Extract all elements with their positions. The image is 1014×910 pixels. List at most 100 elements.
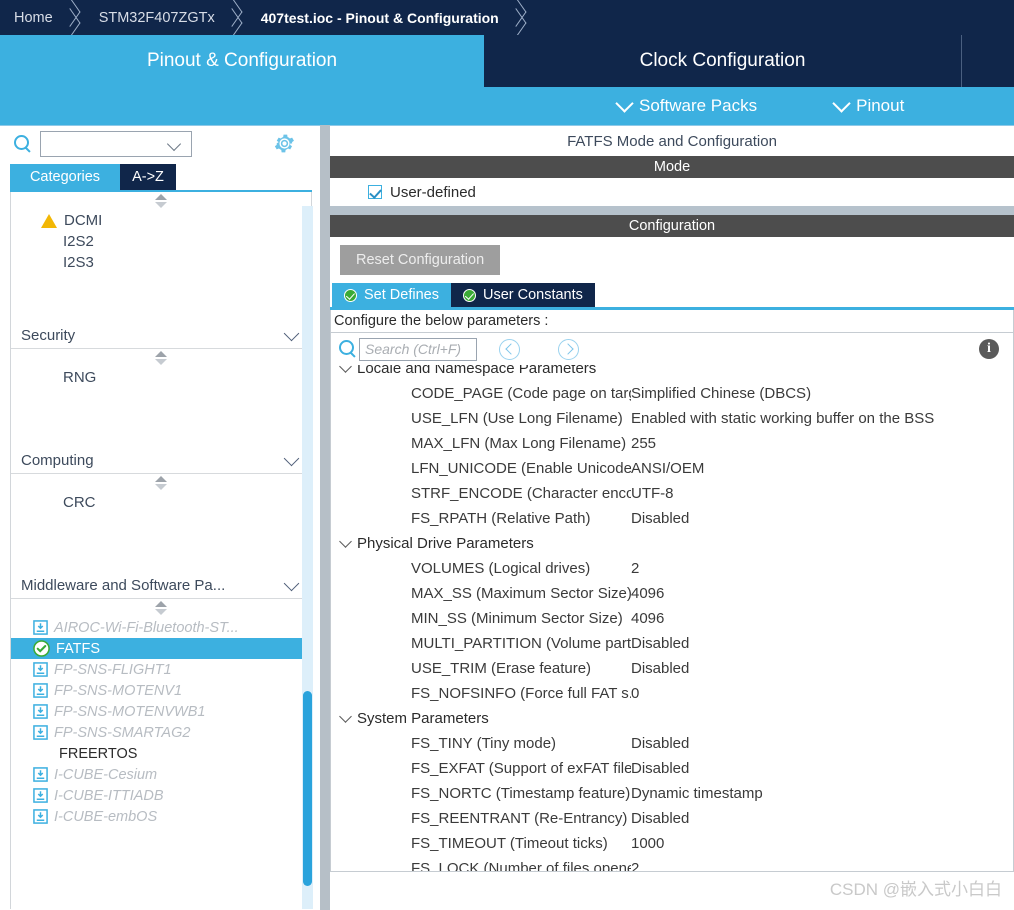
reset-row: Reset Configuration [330,237,1014,283]
panel-divider[interactable] [320,125,330,910]
configuration-tab-bar: Set Defines User Constants [330,283,1014,307]
reset-configuration-button[interactable]: Reset Configuration [340,245,501,275]
list-item[interactable]: I-CUBE-embOS [11,806,311,827]
scroll-up-indicator[interactable] [11,474,311,492]
warning-icon [41,213,57,228]
parameter-tree[interactable]: Locale and Namespace Parameters CODE_PAG… [330,365,1014,872]
peripheral-label: RNG [63,369,97,386]
sidebar-scrollbar-thumb[interactable] [303,691,312,886]
parameter-row[interactable]: FS_NORTC (Timestamp feature) Dynamic tim… [331,781,1013,806]
parameter-row[interactable]: FS_NOFSINFO (Force full FAT s... 0 [331,681,1013,706]
search-icon [12,133,34,155]
section-gap [330,206,1014,215]
scroll-up-indicator[interactable] [11,599,311,617]
parameter-group-system[interactable]: System Parameters [331,706,1013,731]
tab-set-defines[interactable]: Set Defines [332,283,451,307]
parameter-group-physical-drive[interactable]: Physical Drive Parameters [331,531,1013,556]
info-icon[interactable]: i [979,339,999,359]
parameter-search-row: Search (Ctrl+F) i [330,333,1014,365]
tab-label: User Constants [482,287,583,303]
tab-categories[interactable]: Categories [10,164,120,190]
parameter-row[interactable]: FS_RPATH (Relative Path) Disabled [331,506,1013,531]
chevron-down-icon [283,575,300,591]
tab-clock-configuration[interactable]: Clock Configuration [484,35,962,87]
gear-icon[interactable] [273,132,296,155]
parameter-search-input[interactable]: Search (Ctrl+F) [359,337,477,361]
scroll-up-indicator[interactable] [11,192,311,210]
parameter-name: FS_TIMEOUT (Timeout ticks) [411,835,608,852]
parameter-name: FS_EXFAT (Support of exFAT file... [411,760,631,777]
list-item[interactable]: FP-SNS-MOTENVWB1 [11,701,311,722]
parameter-value: 2 [631,860,640,872]
breadcrumb-item-home[interactable]: Home [0,0,59,35]
parameter-row[interactable]: FS_TIMEOUT (Timeout ticks) 1000 [331,831,1013,856]
chevron-left-circle-icon[interactable] [499,338,520,360]
parameter-row[interactable]: FS_LOCK (Number of files opene 2 [331,856,1013,872]
category-group-security[interactable]: Security [11,323,311,349]
parameter-row[interactable]: USE_LFN (Use Long Filename) Enabled with… [331,406,1013,431]
download-icon [33,788,48,803]
tab-next[interactable] [962,35,1014,87]
parameter-row[interactable]: MAX_SS (Maximum Sector Size) 4096 [331,581,1013,606]
parameter-row[interactable]: STRF_ENCODE (Character enco... UTF-8 [331,481,1013,506]
category-group-middleware[interactable]: Middleware and Software Pa... [11,573,311,599]
list-item-freertos[interactable]: FREERTOS [11,743,311,764]
parameter-value: Disabled [631,735,690,752]
list-item[interactable]: FP-SNS-MOTENV1 [11,680,311,701]
parameter-row[interactable]: FS_REENTRANT (Re-Entrancy) Disabled [331,806,1013,831]
peripheral-label: I2S3 [63,254,94,271]
tab-pinout-configuration[interactable]: Pinout & Configuration [0,35,484,87]
download-icon [33,704,48,719]
peripheral-item-i2s2[interactable]: I2S2 [11,231,311,252]
tab-a-to-z[interactable]: A->Z [120,164,176,190]
category-group-computing[interactable]: Computing [11,448,311,474]
peripheral-item-dcmi[interactable]: DCMI [11,210,311,231]
parameter-row[interactable]: MAX_LFN (Max Long Filename) 255 [331,431,1013,456]
breadcrumb-item-mcu[interactable]: STM32F407ZGTx [85,0,221,35]
mode-option-user-defined[interactable]: User-defined [330,178,1014,206]
chevron-down-icon [339,365,352,373]
parameter-value: Disabled [631,660,690,677]
parameter-group-label: Physical Drive Parameters [357,535,534,552]
parameter-row[interactable]: MULTI_PARTITION (Volume partit... Disabl… [331,631,1013,656]
parameter-row[interactable]: FS_EXFAT (Support of exFAT file... Disab… [331,756,1013,781]
peripheral-item-rng[interactable]: RNG [11,367,311,388]
list-item[interactable]: I-CUBE-Cesium [11,764,311,785]
pinout-label: Pinout [856,96,905,115]
parameter-row[interactable]: CODE_PAGE (Code page on targ... Simplifi… [331,381,1013,406]
chevron-down-icon [339,710,352,723]
list-item-fatfs[interactable]: FATFS [11,638,311,659]
parameter-name: FS_TINY (Tiny mode) [411,735,557,752]
peripheral-item-crc[interactable]: CRC [11,492,311,513]
breadcrumb-item-current[interactable]: 407test.ioc - Pinout & Configuration [247,0,505,35]
parameter-row[interactable]: LFN_UNICODE (Enable Unicode) ANSI/OEM [331,456,1013,481]
parameter-group-locale[interactable]: Locale and Namespace Parameters [331,365,1013,381]
tab-user-constants[interactable]: User Constants [450,283,595,307]
list-item-label: FP-SNS-FLIGHT1 [54,661,172,678]
chevron-right-circle-icon[interactable] [558,338,579,360]
parameter-value: ANSI/OEM [631,460,705,477]
software-packs-menu[interactable]: Software Packs [615,94,757,116]
parameter-value: Disabled [631,510,690,527]
component-sidebar: Categories A->Z DCMI I2S2 I2S3 Security [0,125,322,910]
category-group-label: Security [21,327,76,344]
parameter-row[interactable]: FS_TINY (Tiny mode) Disabled [331,731,1013,756]
parameter-row[interactable]: USE_TRIM (Erase feature) Disabled [331,656,1013,681]
list-item[interactable]: FP-SNS-FLIGHT1 [11,659,311,680]
list-item[interactable]: I-CUBE-ITTIADB [11,785,311,806]
sidebar-search-combo[interactable] [40,131,192,157]
list-item[interactable]: FP-SNS-SMARTAG2 [11,722,311,743]
list-item[interactable]: AIROC-Wi-Fi-Bluetooth-ST... [11,617,311,638]
breadcrumb-separator-icon [505,0,531,35]
parameter-row[interactable]: MIN_SS (Minimum Sector Size) 4096 [331,606,1013,631]
parameter-group-label: Locale and Namespace Parameters [357,365,597,377]
parameter-group-label: System Parameters [357,710,489,727]
peripheral-item-i2s3[interactable]: I2S3 [11,252,311,273]
scroll-up-indicator[interactable] [11,349,311,367]
parameter-row[interactable]: VOLUMES (Logical drives) 2 [331,556,1013,581]
download-icon [33,767,48,782]
checkbox-icon[interactable] [368,185,382,199]
parameter-name: STRF_ENCODE (Character enco... [411,485,631,502]
download-icon [33,620,48,635]
pinout-menu[interactable]: Pinout [832,94,905,116]
